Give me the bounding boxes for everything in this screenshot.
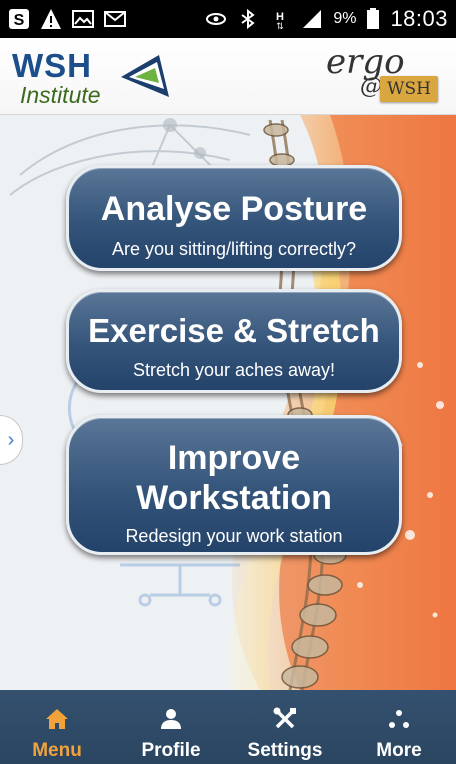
eye-icon — [205, 8, 227, 30]
nav-more-label: More — [376, 740, 422, 761]
ergo-wsh-logo: ergo @ WSH — [320, 42, 450, 110]
svg-text:S: S — [14, 12, 25, 29]
logo-institute-text: Institute — [20, 82, 101, 108]
home-icon — [44, 706, 70, 732]
nav-settings-label: Settings — [247, 740, 323, 761]
improve-workstation-title-line1: Improve — [167, 439, 301, 477]
data-icon: H ⇅ — [269, 8, 291, 31]
ergo-wsh-tag: WSH — [380, 76, 438, 102]
gallery-icon — [72, 8, 94, 30]
analyse-posture-title: Analyse Posture — [100, 190, 368, 228]
tools-icon — [272, 706, 298, 732]
person-icon — [158, 706, 184, 732]
nav-settings[interactable]: Settings — [228, 690, 342, 764]
nav-profile[interactable]: Profile — [114, 690, 228, 764]
exercise-stretch-subtitle: Stretch your aches away! — [132, 360, 336, 380]
nav-menu[interactable]: Menu — [0, 690, 114, 764]
main-menu-area: Analyse Posture Are you sitting/lifting … — [0, 115, 456, 690]
improve-workstation-subtitle: Redesign your work station — [125, 526, 343, 546]
exercise-stretch-button[interactable]: Exercise & Stretch Stretch your aches aw… — [66, 289, 402, 393]
svg-text:⇅: ⇅ — [277, 21, 285, 30]
bottom-navigation: Menu Profile Settings More — [0, 690, 456, 764]
battery-percent: 9% — [333, 10, 357, 27]
chevron-right-icon: › — [7, 428, 15, 451]
battery-icon — [366, 8, 380, 30]
improve-workstation-title: Improve Workstation — [69, 438, 399, 518]
app-screen: S H ⇅ 9% 18:03 WSH Institute ergo @ WSH … — [0, 0, 456, 764]
nav-profile-label: Profile — [141, 740, 201, 761]
clock: 18:03 — [390, 6, 448, 31]
analyse-posture-button[interactable]: Analyse Posture Are you sitting/lifting … — [66, 165, 402, 271]
more-dots-icon — [386, 706, 412, 732]
exercise-stretch-title: Exercise & Stretch — [88, 312, 380, 349]
analyse-posture-subtitle: Are you sitting/lifting correctly? — [111, 239, 357, 259]
logo-wsh-text: WSH — [12, 47, 92, 84]
status-bar: S H ⇅ 9% 18:03 — [0, 0, 456, 38]
app-header: WSH Institute ergo @ WSH — [0, 38, 456, 115]
improve-workstation-title-line2: Workstation — [136, 479, 332, 517]
bluetooth-icon — [237, 8, 259, 30]
nav-menu-label: Menu — [32, 740, 82, 761]
ergo-at-sign: @ — [360, 74, 382, 99]
improve-workstation-button[interactable]: Improve Workstation Redesign your work s… — [66, 415, 402, 555]
wsh-mark-icon — [121, 55, 169, 97]
signal-icon — [301, 8, 323, 30]
warning-icon — [40, 8, 62, 30]
gmail-icon — [104, 8, 126, 30]
s-notification-icon: S — [8, 8, 30, 30]
nav-more[interactable]: More — [342, 690, 456, 764]
wsh-institute-logo: WSH Institute — [12, 44, 212, 110]
